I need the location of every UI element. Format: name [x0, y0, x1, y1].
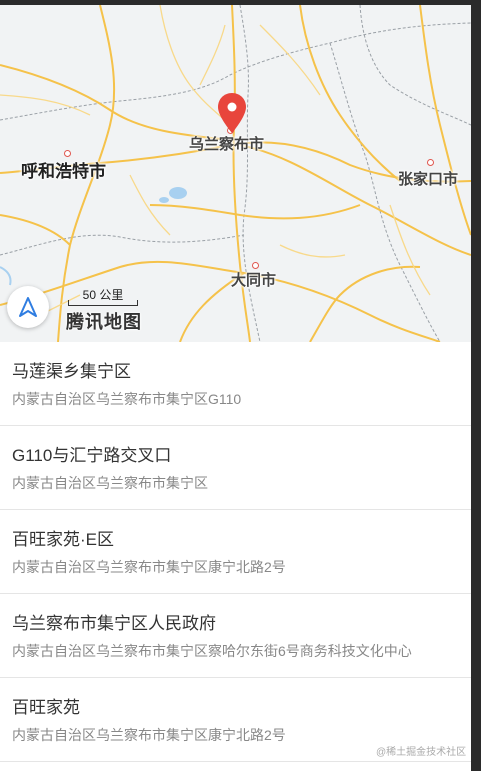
location-pin-icon[interactable]: [217, 92, 247, 134]
locate-me-button[interactable]: [7, 286, 49, 328]
watermark: @稀土掘金技术社区: [376, 747, 467, 758]
result-item[interactable]: 百旺家苑·E区 内蒙古自治区乌兰察布市集宁区康宁北路2号: [0, 510, 471, 594]
map-brand-logo: 腾讯地图: [66, 312, 142, 332]
result-title: 乌兰察布市集宁区人民政府: [12, 614, 216, 633]
result-title: 百旺家苑: [12, 698, 80, 717]
result-title: G110与汇宁路交叉口: [12, 446, 172, 465]
datong-dot: [252, 262, 259, 269]
right-frame-edge: [471, 0, 481, 771]
zhangjiakou-dot: [427, 159, 434, 166]
result-title: 马莲渠乡集宁区: [12, 362, 131, 381]
result-item[interactable]: G110与汇宁路交叉口 内蒙古自治区乌兰察布市集宁区: [0, 426, 471, 510]
hohhot-dot: [64, 150, 71, 157]
search-result-list: 马莲渠乡集宁区 内蒙古自治区乌兰察布市集宁区G110 G110与汇宁路交叉口 内…: [0, 342, 471, 762]
city-label-zhangjiakou: 张家口市: [398, 171, 459, 188]
map-view[interactable]: 乌兰察布市 呼和浩特市 张家口市 大同市 50 公里 腾讯地图: [0, 5, 471, 342]
scale-bar: [68, 300, 138, 306]
result-address: 内蒙古自治区乌兰察布市集宁区: [12, 475, 208, 491]
map-scale: 50 公里: [68, 286, 138, 306]
city-label-wulanchabu: 乌兰察布市: [189, 136, 265, 153]
result-address: 内蒙古自治区乌兰察布市集宁区察哈尔东街6号商务科技文化中心: [12, 643, 412, 659]
navigation-arrow-icon: [19, 297, 37, 317]
result-address: 内蒙古自治区乌兰察布市集宁区康宁北路2号: [12, 727, 286, 743]
result-item[interactable]: 马莲渠乡集宁区 内蒙古自治区乌兰察布市集宁区G110: [0, 342, 471, 426]
result-address: 内蒙古自治区乌兰察布市集宁区康宁北路2号: [12, 559, 286, 575]
city-label-hohhot: 呼和浩特市: [21, 162, 106, 181]
result-address: 内蒙古自治区乌兰察布市集宁区G110: [12, 391, 242, 407]
result-item[interactable]: 乌兰察布市集宁区人民政府 内蒙古自治区乌兰察布市集宁区察哈尔东街6号商务科技文化…: [0, 594, 471, 678]
city-label-datong: 大同市: [231, 272, 277, 289]
result-title: 百旺家苑·E区: [12, 530, 114, 549]
